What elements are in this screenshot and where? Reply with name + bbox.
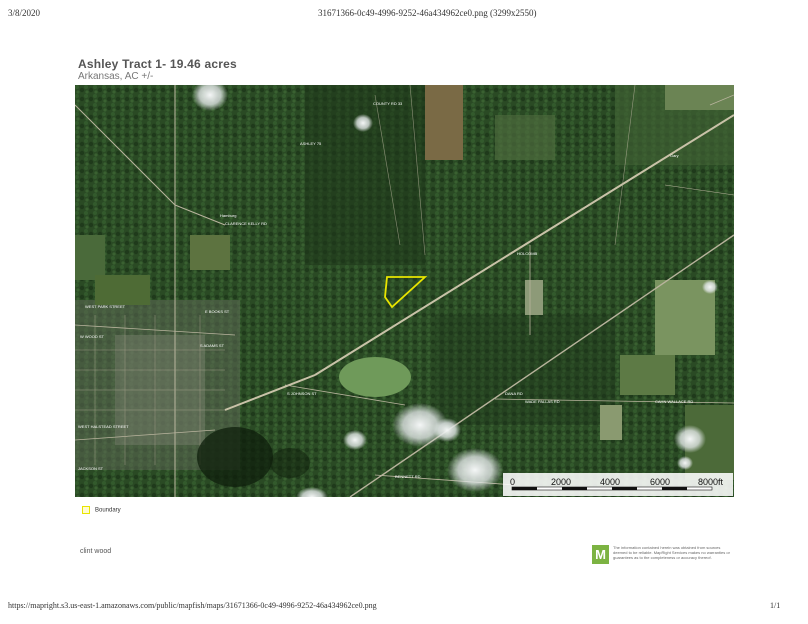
print-date: 3/8/2020 (8, 8, 41, 18)
place-label: Hamburg (220, 213, 236, 218)
satellite-imagery: CLARENCE KELLY RD WEST PARK STREET E BOO… (75, 85, 734, 497)
map-title: Ashley Tract 1- 19.46 acres (78, 57, 237, 71)
road-label: JACKSON ST (78, 466, 104, 471)
map-subtitle: Arkansas, AC +/- (78, 71, 154, 82)
road-label: E BOOKS ST (205, 309, 230, 314)
boundary-swatch-icon (82, 506, 90, 514)
road-label: WEST HALSTEAD STREET (78, 424, 129, 429)
map-legend: Boundary (82, 506, 121, 514)
disclaimer-text: The information contained herein was obt… (613, 545, 730, 560)
place-label: Gary (670, 153, 679, 158)
legend-label: Boundary (95, 507, 121, 514)
road-label: HOLCOMB (517, 251, 538, 256)
road-label: BENNETT RD (395, 474, 421, 479)
road-label: S ADAMS ST (200, 343, 225, 348)
road-label: DANA RD (505, 391, 523, 396)
scale-ruler (511, 486, 713, 491)
road-label: WADE PALLAS RD (525, 399, 560, 404)
road-label: W WOOD ST (80, 334, 105, 339)
print-url: https://mapright.s3.us-east-1.amazonaws.… (8, 601, 377, 610)
print-filename: 31671366-0c49-4996-9252-46a434962ce0.png… (318, 8, 537, 18)
page-number: 1/1 (770, 601, 781, 610)
road-label: S JOHNSON ST (287, 391, 317, 396)
mapright-logo-icon: M (592, 545, 609, 564)
satellite-map[interactable]: CLARENCE KELLY RD WEST PARK STREET E BOO… (75, 85, 734, 497)
road-label: WEST PARK STREET (85, 304, 126, 309)
author-name: clint wood (80, 548, 112, 555)
road-label: CLARENCE KELLY RD (225, 221, 267, 226)
road-label: COUNTY RD 33 (373, 101, 403, 106)
scale-bar: 0 2000 4000 6000 8000ft (503, 473, 733, 496)
road-label: CAHN WALLACE RD (655, 399, 693, 404)
road-label: ASHLEY 75 (300, 141, 322, 146)
